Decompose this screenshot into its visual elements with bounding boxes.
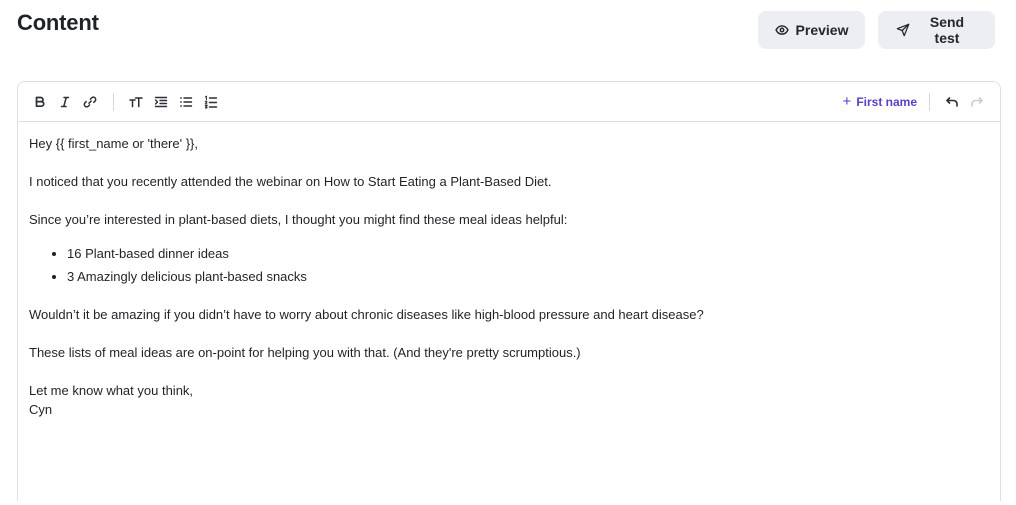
paper-plane-icon (896, 23, 910, 37)
italic-button[interactable] (53, 90, 77, 114)
toolbar-divider (929, 92, 930, 111)
editor-toolbar: + First name (18, 82, 1000, 122)
preview-button[interactable]: Preview (758, 11, 865, 49)
indent-icon (154, 96, 168, 107)
list-item: 16 Plant-based dinner ideas (67, 244, 989, 263)
header-actions: Preview Send test (758, 11, 995, 49)
text-size-icon (129, 96, 143, 107)
bulleted-list-button[interactable] (174, 90, 198, 114)
link-icon (83, 95, 97, 108)
font-size-button[interactable] (124, 90, 148, 114)
italic-icon (60, 96, 70, 107)
preview-button-label: Preview (795, 22, 849, 38)
content-editor-page: Content Preview Send test + First name H… (0, 0, 1016, 505)
body-paragraph: Wouldn’t it be amazing if you didn’t hav… (29, 307, 704, 322)
plus-icon: + (842, 92, 852, 110)
numbered-list-icon (204, 95, 218, 109)
signature-line: Cyn (29, 402, 53, 417)
rich-text-editor: + First name Hey {{ first_name or 'there… (17, 81, 1001, 501)
bold-button[interactable] (28, 90, 52, 114)
eye-icon (774, 23, 789, 37)
link-button[interactable] (78, 90, 102, 114)
bold-icon (35, 96, 45, 107)
insert-first-name-button[interactable]: + First name (841, 92, 919, 110)
insert-first-name-label: First name (856, 94, 917, 109)
body-paragraph: These lists of meal ideas are on-point f… (29, 345, 581, 360)
redo-button[interactable] (965, 90, 989, 114)
email-body-editor[interactable]: Hey {{ first_name or 'there' }}, I notic… (18, 122, 1000, 419)
page-title: Content (17, 10, 99, 35)
list-item: 3 Amazingly delicious plant-based snacks (67, 267, 989, 286)
redo-icon (971, 96, 983, 107)
body-paragraph: I noticed that you recently attended the… (29, 174, 552, 189)
numbered-list-button[interactable] (199, 90, 223, 114)
indent-button[interactable] (149, 90, 173, 114)
greeting-line: Hey {{ first_name or 'there' }}, (29, 136, 198, 151)
bulleted-list-icon (180, 96, 193, 107)
meal-ideas-list: 16 Plant-based dinner ideas 3 Amazingly … (67, 244, 989, 286)
body-paragraph: Since you’re interested in plant-based d… (29, 212, 568, 227)
undo-button[interactable] (940, 90, 964, 114)
undo-icon (946, 96, 958, 107)
closing-line: Let me know what you think, (29, 383, 194, 398)
send-test-button-label: Send test (929, 14, 965, 46)
send-test-button[interactable]: Send test (878, 11, 995, 49)
toolbar-divider (113, 92, 114, 111)
